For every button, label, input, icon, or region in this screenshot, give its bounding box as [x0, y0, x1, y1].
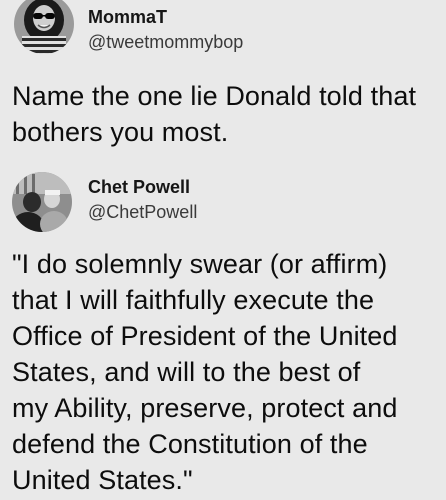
display-name[interactable]: MommaT [88, 6, 243, 28]
tweet-text-line: States, and will to the best of [12, 357, 361, 387]
profile-photo-icon [12, 172, 72, 232]
tweet-text-line: that I will faithfully execute the [12, 285, 375, 315]
display-name[interactable]: Chet Powell [88, 176, 197, 198]
username[interactable]: @tweetmommybop [88, 31, 243, 53]
tweet-text: Name the one lie Donald told that bother… [12, 78, 442, 150]
user-info: Chet Powell @ChetPowell [88, 176, 197, 223]
tweet-text-line: Office of President of the United [12, 321, 398, 351]
user-info: MommaT @tweetmommybop [88, 6, 243, 53]
tweet-text-line: my Ability, preserve, protect and [12, 393, 398, 423]
tweet-text-line: bothers you most. [12, 117, 229, 147]
username[interactable]: @ChetPowell [88, 201, 197, 223]
tweet-text-line: Name the one lie Donald told that [12, 81, 417, 111]
tweet-text: "I do solemnly swear (or affirm) that I … [12, 246, 442, 498]
tweet-text-line: "I do solemnly swear (or affirm) [12, 249, 388, 279]
tweet-text-line: defend the Constitution of the [12, 429, 368, 459]
profile-photo-icon [14, 0, 74, 54]
tweet-text-line: United States." [12, 465, 193, 495]
avatar[interactable] [14, 0, 74, 54]
avatar[interactable] [12, 172, 72, 232]
